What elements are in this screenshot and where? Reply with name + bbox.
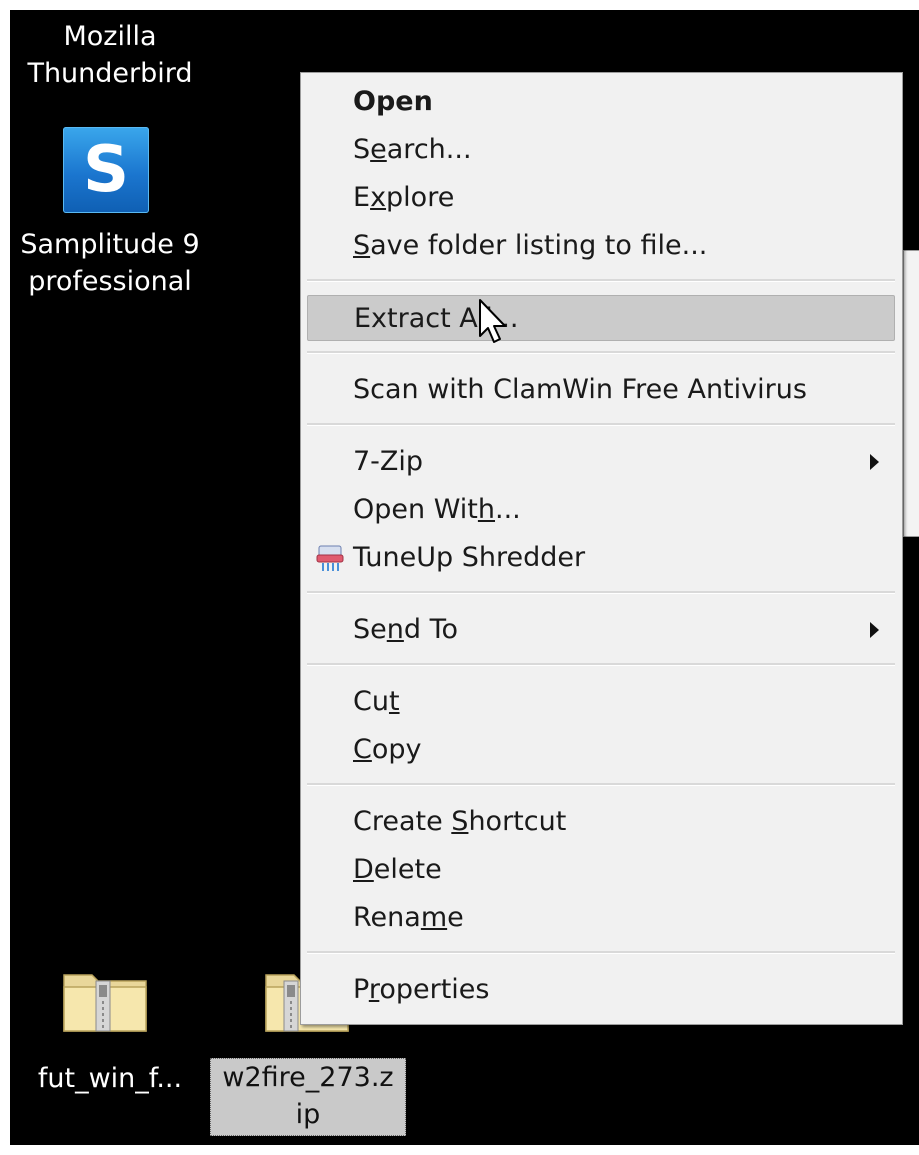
menu-item-label: Delete [353, 854, 442, 885]
menu-separator [307, 351, 895, 354]
thunderbird-shortcut-label[interactable]: Mozilla Thunderbird [10, 18, 210, 92]
menu-item-save-folder-listing[interactable]: Save folder listing to file... [307, 223, 895, 269]
menu-separator [307, 663, 895, 666]
menu-item-label: Search... [353, 134, 472, 165]
thunderbird-label-text: Mozilla Thunderbird [27, 21, 193, 89]
menu-separator [307, 783, 895, 786]
menu-item-create-shortcut[interactable]: Create Shortcut [307, 799, 895, 845]
samplitude-icon[interactable]: S [63, 127, 149, 213]
menu-separator [307, 423, 895, 426]
menu-item-label: 7-Zip [353, 446, 424, 477]
submenu-arrow-icon [870, 454, 879, 470]
menu-item-label: TuneUp Shredder [353, 542, 586, 573]
menu-item-explore[interactable]: Explore [307, 175, 895, 221]
menu-item-7zip[interactable]: 7-Zip [307, 439, 895, 485]
menu-item-label: Open With... [353, 494, 521, 525]
shredder-icon [316, 545, 344, 571]
menu-item-extract-all[interactable]: Extract All... [307, 295, 895, 343]
fut-win-label-text: fut_win_f... [37, 1063, 183, 1094]
menu-separator [307, 591, 895, 594]
samplitude-shortcut-label[interactable]: Samplitude 9 professional [10, 226, 210, 300]
menu-item-label: Scan with ClamWin Free Antivirus [353, 374, 807, 405]
mouse-cursor-icon [479, 299, 506, 343]
menu-item-label: Properties [353, 974, 490, 1005]
w2fire-label-line1: w2fire_273.z [222, 1062, 394, 1093]
menu-item-rename[interactable]: Rename [307, 895, 895, 941]
w2fire-zip-label[interactable]: w2fire_273.z ip [210, 1058, 406, 1136]
menu-item-label: Explore [353, 182, 455, 213]
fut-win-file-label[interactable]: fut_win_f... [10, 1060, 210, 1097]
menu-item-send-to[interactable]: Send To [307, 607, 895, 653]
menu-item-cut[interactable]: Cut [307, 679, 895, 725]
menu-item-label: Rename [353, 902, 464, 933]
submenu-arrow-icon [870, 622, 879, 638]
menu-item-copy[interactable]: Copy [307, 727, 895, 773]
menu-item-scan-clamwin[interactable]: Scan with ClamWin Free Antivirus [307, 367, 895, 413]
samplitude-label-line1: Samplitude 9 [20, 229, 200, 260]
samplitude-icon-letter: S [82, 133, 130, 207]
menu-item-label: Open [353, 86, 433, 117]
menu-item-tuneup-shredder[interactable]: TuneUp Shredder [307, 535, 895, 581]
menu-item-delete[interactable]: Delete [307, 847, 895, 893]
w2fire-label-line2: ip [295, 1099, 321, 1130]
menu-item-label: Cut [353, 686, 400, 717]
background-window-edge [903, 250, 919, 537]
menu-separator [307, 951, 895, 954]
menu-item-open-with[interactable]: Open With... [307, 487, 895, 533]
menu-item-properties[interactable]: Properties [307, 967, 895, 1013]
context-menu: Open Search... Explore Save folder listi… [300, 72, 903, 1025]
menu-item-label: Create Shortcut [353, 806, 567, 837]
menu-separator [307, 279, 895, 282]
samplitude-label-line2: professional [28, 266, 192, 297]
zip-folder-icon[interactable] [62, 967, 148, 1033]
menu-item-label: Copy [353, 734, 422, 765]
menu-item-label: Send To [353, 614, 459, 645]
menu-item-label: Save folder listing to file... [353, 230, 708, 261]
menu-item-search[interactable]: Search... [307, 127, 895, 173]
menu-item-open[interactable]: Open [307, 79, 895, 125]
